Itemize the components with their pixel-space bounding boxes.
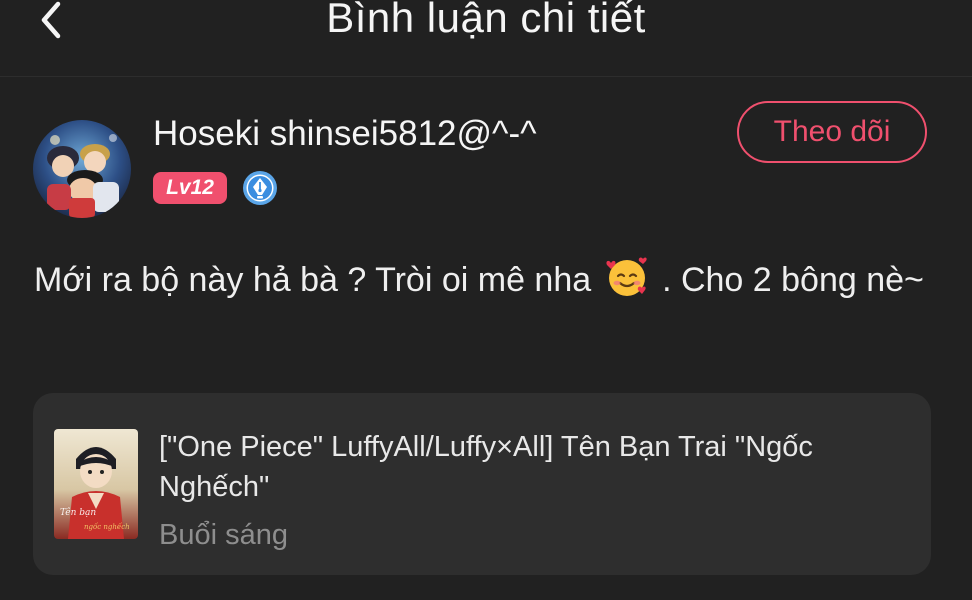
avatar[interactable] [33, 120, 131, 218]
comment-detail-page: Bình luận chi tiết Hoseki shinsei5812@^-… [0, 0, 972, 600]
book-cover-image: Tên bạn ngốc nghếch [54, 429, 138, 539]
story-card[interactable]: Tên bạn ngốc nghếch ["One Piece" LuffyAl… [33, 393, 931, 575]
page-title: Bình luận chi tiết [326, 0, 646, 41]
pen-nib-badge-icon [242, 170, 278, 206]
story-cover: Tên bạn ngốc nghếch [54, 429, 138, 539]
svg-text:Tên bạn: Tên bạn [60, 507, 96, 518]
header-bar: Bình luận chi tiết [0, 0, 972, 77]
follow-button[interactable]: Theo dõi [737, 101, 927, 163]
avatar-image [33, 120, 131, 218]
story-subtitle: Buổi sáng [159, 519, 288, 551]
comment-text-part: Mới ra bộ này hả bà ? Tròi oi mê nha [34, 261, 592, 299]
story-title: ["One Piece" LuffyAll/Luffy×All] Tên Bạn… [159, 431, 813, 503]
username[interactable]: Hoseki shinsei5812@^-^ [153, 114, 537, 154]
level-badge: Lv12 [153, 172, 227, 204]
comment-text-part: . Cho 2 bông nè~ [662, 261, 924, 299]
smiling-face-with-hearts-icon [605, 255, 649, 299]
svg-text:ngốc nghếch: ngốc nghếch [84, 522, 130, 531]
comment-text: Mới ra bộ này hả bà ? Tròi oi mê nha . C… [34, 252, 939, 308]
